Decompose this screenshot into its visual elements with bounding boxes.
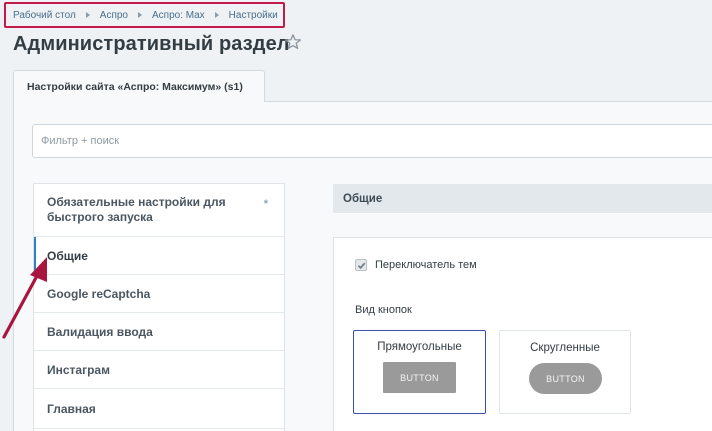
required-asterisk-icon: * [263, 198, 268, 210]
page-title: Административный раздел [13, 33, 290, 55]
section-header: Общие [333, 184, 712, 213]
settings-sidebar: Обязательные настройки для быстрого запу… [33, 183, 285, 431]
tab-site-settings[interactable]: Настройки сайта «Аспро: Максимум» (s1) [13, 70, 265, 102]
sidebar-item-input-validation[interactable]: Валидация ввода [34, 313, 284, 351]
breadcrumb-item-aspro[interactable]: Аспро [100, 10, 128, 21]
sidebar-item-google-recaptcha[interactable]: Google reCaptcha [34, 275, 284, 313]
theme-switcher-label: Переключатель тем [375, 259, 477, 271]
buttons-view-label: Вид кнопок [355, 304, 412, 316]
breadcrumb-separator-icon [138, 12, 142, 18]
breadcrumb-item-aspro-max[interactable]: Аспро: Max [152, 10, 205, 21]
sidebar-item-general[interactable]: Общие [34, 237, 284, 275]
breadcrumb-item-desktop[interactable]: Рабочий стол [13, 10, 76, 21]
sidebar-item-label: Валидация ввода [47, 324, 153, 339]
sidebar-item-label: Главная [47, 401, 96, 416]
filter-search-input[interactable] [32, 124, 712, 158]
rounded-button-preview: BUTTON [529, 363, 602, 394]
sidebar-item-instagram[interactable]: Инстаграм [34, 351, 284, 389]
annotation-arrow-icon [2, 257, 47, 339]
sidebar-item-label: Инстаграм [47, 362, 110, 377]
checkmark-icon [357, 262, 365, 269]
option-title: Скругленные [530, 342, 600, 354]
sidebar-item-label: Обязательные настройки для быстрого запу… [47, 195, 226, 224]
sidebar-item-label: Google reCaptcha [47, 286, 151, 301]
sidebar-item-required-settings[interactable]: Обязательные настройки для быстрого запу… [34, 184, 284, 237]
theme-switcher-checkbox[interactable] [355, 259, 367, 271]
breadcrumb-separator-icon [214, 12, 219, 18]
breadcrumb-separator-icon [85, 12, 90, 18]
sidebar-item-main[interactable]: Главная [34, 389, 284, 429]
star-icon[interactable] [284, 33, 302, 51]
breadcrumb: Рабочий стол Аспро Аспро: Max Настройки [4, 2, 285, 28]
rectangular-button-preview: BUTTON [383, 362, 456, 393]
button-style-rounded-option[interactable]: Скругленные BUTTON [499, 330, 631, 414]
breadcrumb-item-settings[interactable]: Настройки [229, 10, 278, 21]
option-title: Прямоугольные [377, 341, 462, 353]
button-style-rectangular-option[interactable]: Прямоугольные BUTTON [353, 330, 486, 414]
